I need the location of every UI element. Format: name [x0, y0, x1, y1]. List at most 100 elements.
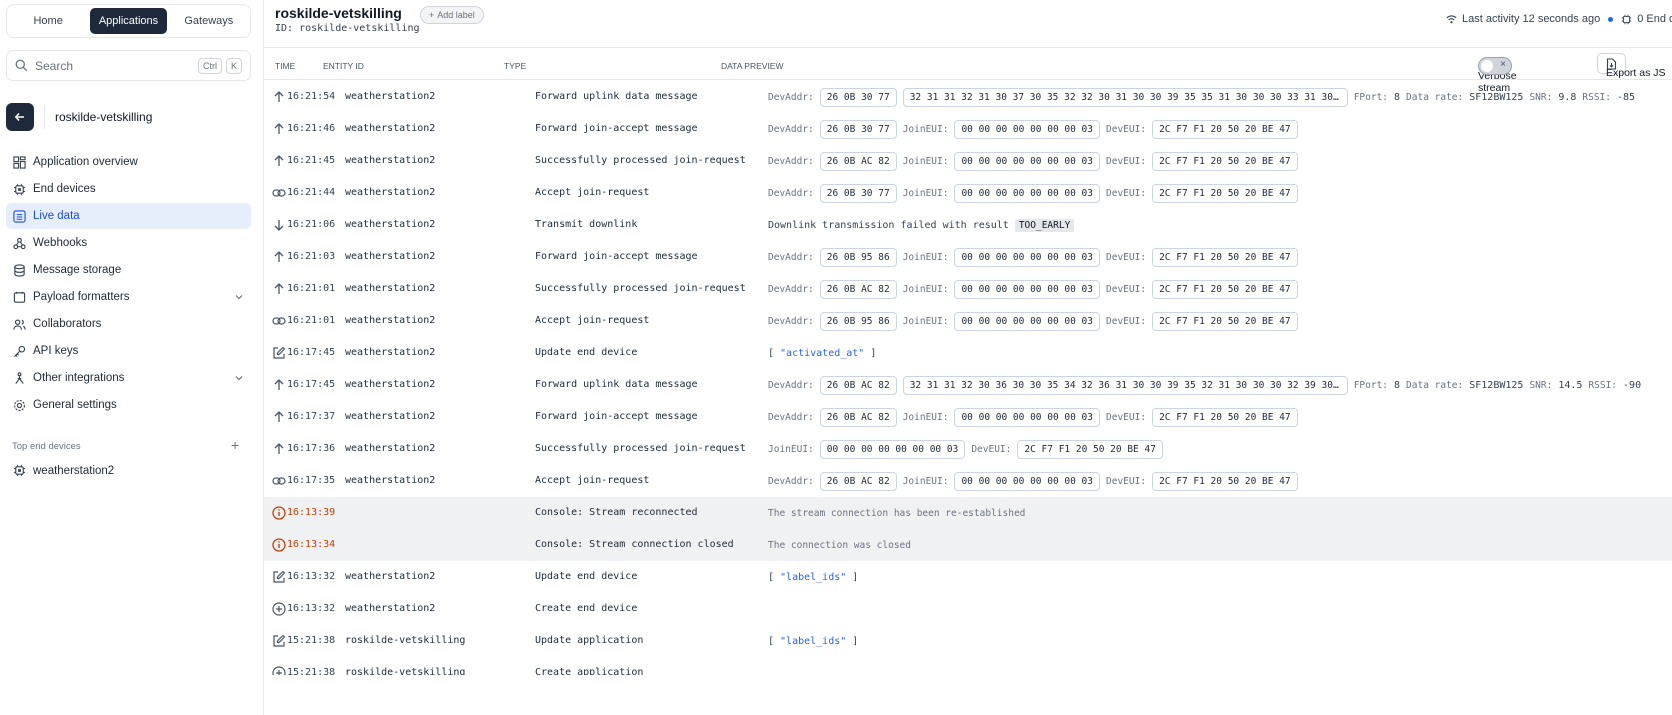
table-row[interactable]: 16:21:46 weatherstation2 Forward join-ac…: [264, 113, 1672, 145]
joineui-value[interactable]: 00 00 00 00 00 00 00 03: [954, 119, 1101, 139]
sidebar-item-end-devices[interactable]: End devices: [6, 176, 251, 202]
table-row[interactable]: 16:21:03 weatherstation2 Forward join-ac…: [264, 241, 1672, 273]
device-label: weatherstation2: [33, 464, 115, 477]
search-placeholder: Search: [35, 58, 74, 73]
deveui-value[interactable]: 2C F7 F1 20 50 20 BE 47: [1152, 119, 1298, 139]
table-row[interactable]: 16:13:32 weatherstation2 Create end devi…: [264, 593, 1672, 625]
payload-value[interactable]: 32 31 31 32 30 36 30 30 35 34 32 36 31 3…: [902, 375, 1348, 395]
deveui-value[interactable]: 2C F7 F1 20 50 20 BE 47: [1152, 151, 1298, 171]
table-row[interactable]: 15:21:38 roskilde-vetskilling Create app…: [264, 657, 1672, 675]
table-row[interactable]: 16:21:44 weatherstation2 Accept join-req…: [264, 177, 1672, 209]
link-icon: [272, 189, 286, 197]
event-type: Successfully processed join-request: [535, 155, 746, 166]
sidebar-item-application-overview[interactable]: Application overview: [6, 149, 251, 175]
deveui-value[interactable]: 2C F7 F1 20 50 20 BE 47: [1152, 311, 1298, 331]
snr-value: 14.5: [1558, 379, 1583, 391]
devaddr-value[interactable]: 26 0B AC 82: [819, 151, 897, 171]
table-row[interactable]: 16:13:34 Console: Stream connection clos…: [264, 529, 1672, 561]
table-row[interactable]: 16:21:01 weatherstation2 Successfully pr…: [264, 273, 1672, 305]
joineui-value[interactable]: 00 00 00 00 00 00 00 03: [954, 471, 1101, 491]
nav-applications[interactable]: Applications: [90, 8, 167, 34]
edit-icon: [273, 634, 286, 647]
deveui-value[interactable]: 2C F7 F1 20 50 20 BE 47: [1152, 247, 1298, 267]
sidebar-item-live-data[interactable]: Live data: [6, 203, 251, 229]
datarate-value: SF12BW125: [1469, 379, 1524, 391]
table-row[interactable]: 16:17:45 weatherstation2 Update end devi…: [264, 337, 1672, 369]
event-time: 16:21:06: [287, 219, 336, 230]
table-row[interactable]: 16:13:32 weatherstation2 Update end devi…: [264, 561, 1672, 593]
devaddr-label: DevAddr:: [768, 315, 814, 327]
rssi-label: RSSI:: [1582, 91, 1611, 103]
sidebar-item-payload-formatters[interactable]: Payload formatters: [6, 284, 251, 310]
back-button[interactable]: [6, 103, 34, 131]
json-close: ]: [852, 571, 859, 583]
deveui-value[interactable]: 2C F7 F1 20 50 20 BE 47: [1152, 183, 1298, 203]
devaddr-value[interactable]: 26 0B 95 86: [819, 311, 897, 331]
deveui-label: DevEUI:: [1106, 251, 1147, 263]
table-row[interactable]: 16:21:54 weatherstation2 Forward uplink …: [264, 81, 1672, 113]
deveui-value[interactable]: 2C F7 F1 20 50 20 BE 47: [1152, 471, 1298, 491]
event-type: Successfully processed join-request: [535, 283, 746, 294]
devaddr-label: DevAddr:: [768, 475, 814, 487]
devaddr-value[interactable]: 26 0B AC 82: [819, 279, 897, 299]
deveui-label: DevEUI:: [1106, 315, 1147, 327]
joineui-value[interactable]: 00 00 00 00 00 00 00 03: [954, 407, 1101, 427]
devaddr-value[interactable]: 26 0B AC 82: [819, 407, 897, 427]
json-field-name: "activated_at": [780, 347, 865, 359]
joineui-value[interactable]: 00 00 00 00 00 00 00 03: [954, 151, 1101, 171]
devaddr-value[interactable]: 26 0B 95 86: [819, 247, 897, 267]
table-row[interactable]: 16:21:06 weatherstation2 Transmit downli…: [264, 209, 1672, 241]
signal-icon: [1446, 14, 1457, 23]
sidebar-item-webhooks[interactable]: Webhooks: [6, 230, 251, 256]
joineui-value[interactable]: 00 00 00 00 00 00 00 03: [819, 439, 966, 459]
sidebar-item-label: Collaborators: [33, 318, 102, 330]
deveui-value[interactable]: 2C F7 F1 20 50 20 BE 47: [1152, 407, 1298, 427]
event-entity: weatherstation2: [345, 571, 436, 582]
export-json-button[interactable]: Export as JS: [1597, 53, 1666, 79]
verbose-toggle[interactable]: ×: [1478, 57, 1512, 75]
sidebar-item-message-storage[interactable]: Message storage: [6, 257, 251, 283]
devaddr-label: DevAddr:: [768, 123, 814, 135]
table-row[interactable]: 16:13:39 Console: Stream reconnected The…: [264, 497, 1672, 529]
payload-value[interactable]: 32 31 31 32 31 30 37 30 35 32 32 30 31 3…: [902, 87, 1348, 107]
devaddr-value[interactable]: 26 0B AC 82: [819, 471, 897, 491]
joineui-value[interactable]: 00 00 00 00 00 00 00 03: [954, 183, 1101, 203]
joineui-value[interactable]: 00 00 00 00 00 00 00 03: [954, 247, 1101, 267]
sidebar-item-label: API keys: [33, 345, 79, 357]
devaddr-value[interactable]: 26 0B 30 77: [819, 119, 897, 139]
devaddr-value[interactable]: 26 0B AC 82: [819, 375, 897, 395]
sidebar-item-collaborators[interactable]: Collaborators: [6, 311, 251, 337]
table-row[interactable]: 16:21:01 weatherstation2 Accept join-req…: [264, 305, 1672, 337]
sidebar-item-other-integrations[interactable]: Other integrations: [6, 365, 251, 391]
sidebar-item-general-settings[interactable]: General settings: [6, 392, 251, 418]
arrow-up-icon: [274, 283, 284, 294]
sidebar-item-api-keys[interactable]: API keys: [6, 338, 251, 364]
nav-gateways[interactable]: Gateways: [171, 8, 247, 34]
event-time: 16:21:46: [287, 123, 336, 134]
joineui-value[interactable]: 00 00 00 00 00 00 00 03: [954, 311, 1101, 331]
col-type: TYPE: [504, 61, 527, 71]
table-row[interactable]: 15:21:38 roskilde-vetskilling Update app…: [264, 625, 1672, 657]
deveui-value[interactable]: 2C F7 F1 20 50 20 BE 47: [1152, 279, 1298, 299]
add-device-button[interactable]: +: [231, 437, 239, 453]
table-row[interactable]: 16:17:35 weatherstation2 Accept join-req…: [264, 465, 1672, 497]
devaddr-value[interactable]: 26 0B 30 77: [819, 183, 897, 203]
table-row[interactable]: 16:21:45 weatherstation2 Successfully pr…: [264, 145, 1672, 177]
joineui-value[interactable]: 00 00 00 00 00 00 00 03: [954, 279, 1101, 299]
joineui-label: JoinEUI:: [902, 411, 949, 423]
table-row[interactable]: 16:17:36 weatherstation2 Successfully pr…: [264, 433, 1672, 465]
table-row[interactable]: 16:17:37 weatherstation2 Forward join-ac…: [264, 401, 1672, 433]
joineui-label: JoinEUI:: [902, 283, 949, 295]
table-row[interactable]: 16:17:45 weatherstation2 Forward uplink …: [264, 369, 1672, 401]
devaddr-label: DevAddr:: [768, 91, 814, 103]
sidebar-item-label: Other integrations: [33, 372, 125, 384]
devaddr-value[interactable]: 26 0B 30 77: [819, 87, 897, 107]
nav-home[interactable]: Home: [10, 8, 86, 34]
devaddr-label: DevAddr:: [768, 187, 814, 199]
divider: [44, 105, 45, 129]
deveui-value[interactable]: 2C F7 F1 20 50 20 BE 47: [1017, 439, 1163, 459]
sidebar-device-item[interactable]: weatherstation2: [13, 464, 114, 477]
search-input[interactable]: Search Ctrl K: [6, 50, 251, 81]
event-entity: weatherstation2: [345, 123, 436, 134]
add-label-button[interactable]: + Add label: [420, 6, 484, 24]
